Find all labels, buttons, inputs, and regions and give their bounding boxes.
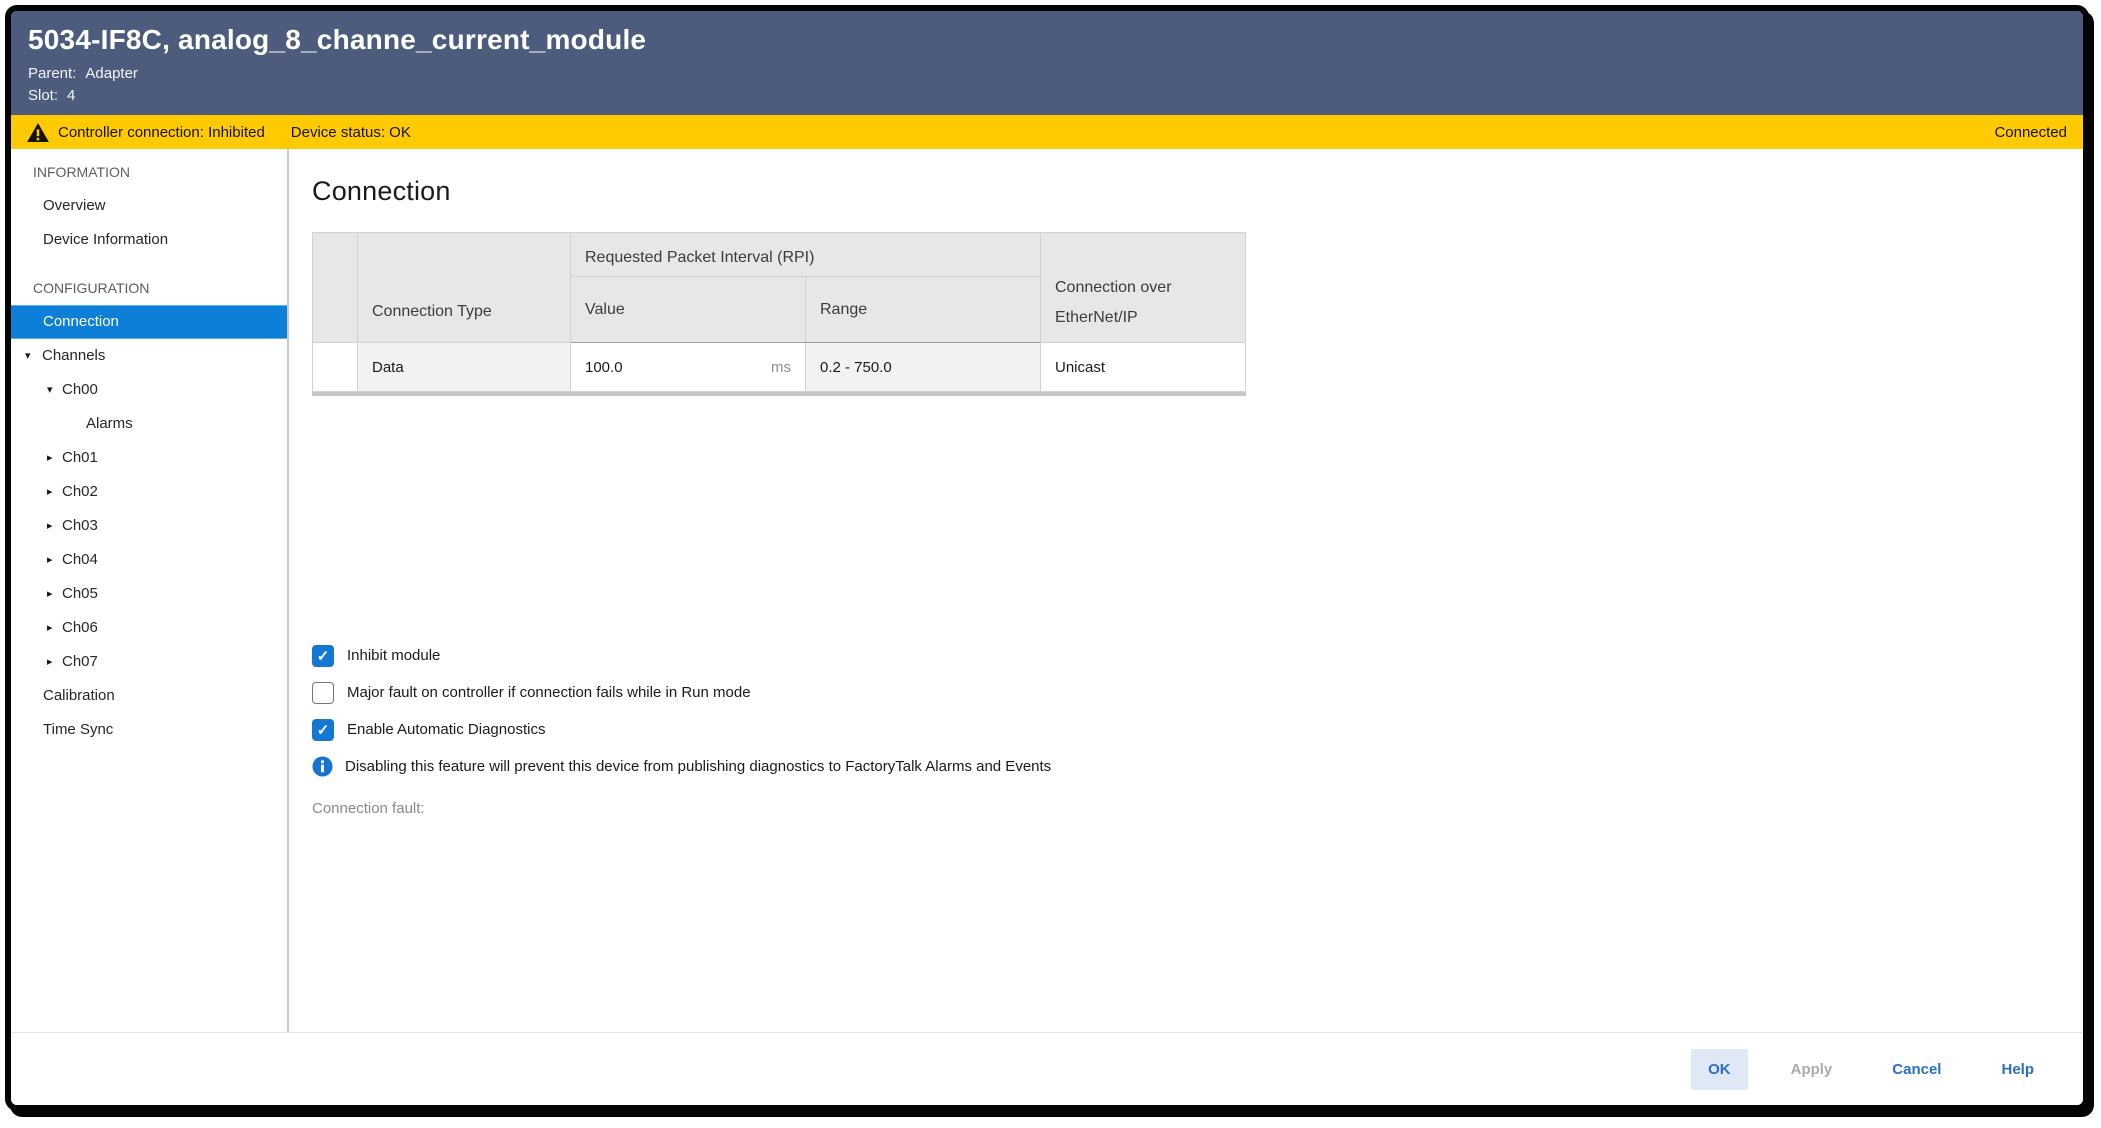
parent-value: Adapter bbox=[85, 63, 138, 85]
slot-row: Slot: 4 bbox=[28, 85, 2063, 107]
sidebar-item-label: Channels bbox=[42, 339, 105, 373]
sidebar-item-device-information[interactable]: Device Information bbox=[11, 223, 287, 257]
connection-type-cell: Data bbox=[358, 343, 571, 392]
title-bar: 5034-IF8C, analog_8_channe_current_modul… bbox=[11, 11, 2083, 115]
connection-state-badge: Connected bbox=[1994, 124, 2067, 141]
chevron-right-icon[interactable]: ▸ bbox=[47, 577, 62, 611]
sidebar-item-label: Ch03 bbox=[62, 509, 98, 543]
sidebar-item-label: Ch07 bbox=[62, 645, 98, 679]
major-fault-row: ✓ Major fault on controller if connectio… bbox=[312, 674, 2053, 711]
sidebar-item-label: Ch02 bbox=[62, 475, 98, 509]
page-title: 5034-IF8C, analog_8_channe_current_modul… bbox=[28, 24, 2063, 56]
inhibit-module-label: Inhibit module bbox=[347, 647, 440, 664]
inhibit-module-row: ✓ Inhibit module bbox=[312, 637, 2053, 674]
sidebar-item-ch02[interactable]: ▸ Ch02 bbox=[11, 475, 287, 509]
rpi-table: Connection Type Requested Packet Interva… bbox=[312, 232, 1246, 396]
sidebar-item-time-sync[interactable]: Time Sync bbox=[11, 713, 287, 747]
table-row: Data 100.0 ms 0.2 - 750.0 Unicast bbox=[313, 343, 1246, 392]
sidebar-item-ch05[interactable]: ▸ Ch05 bbox=[11, 577, 287, 611]
rpi-value-cell[interactable]: 100.0 ms bbox=[571, 343, 806, 392]
sidebar-nav: INFORMATION Overview Device Information … bbox=[11, 149, 289, 1032]
major-fault-label: Major fault on controller if connection … bbox=[347, 684, 751, 701]
chevron-down-icon[interactable]: ▾ bbox=[47, 373, 62, 407]
enable-automatic-diagnostics-row: ✓ Enable Automatic Diagnostics bbox=[312, 711, 2053, 748]
warning-icon bbox=[27, 123, 49, 142]
chevron-right-icon[interactable]: ▸ bbox=[47, 509, 62, 543]
sidebar-item-label: Calibration bbox=[43, 679, 115, 713]
sidebar-section-information: INFORMATION bbox=[11, 155, 287, 189]
sidebar-item-label: Ch06 bbox=[62, 611, 98, 645]
footer-button-bar: OK Apply Cancel Help bbox=[11, 1032, 2083, 1105]
sidebar-item-ch07[interactable]: ▸ Ch07 bbox=[11, 645, 287, 679]
col-header-connection-over-ethernet: Connection over EtherNet/IP bbox=[1041, 233, 1246, 343]
sidebar-item-label: Alarms bbox=[86, 407, 133, 441]
connection-fault-label: Connection fault: bbox=[312, 800, 2053, 817]
sidebar-item-ch04[interactable]: ▸ Ch04 bbox=[11, 543, 287, 577]
sidebar-item-label: Ch05 bbox=[62, 577, 98, 611]
chevron-right-icon[interactable]: ▸ bbox=[47, 611, 62, 645]
ok-button[interactable]: OK bbox=[1691, 1049, 1748, 1090]
col-header-connection-type: Connection Type bbox=[358, 233, 571, 343]
row-selector-cell[interactable] bbox=[313, 343, 358, 392]
connection-options: ✓ Inhibit module ✓ Major fault on contro… bbox=[312, 637, 2053, 817]
controller-connection-status: Controller connection: Inhibited bbox=[58, 124, 265, 141]
cancel-button[interactable]: Cancel bbox=[1875, 1049, 1958, 1090]
chevron-right-icon[interactable]: ▸ bbox=[47, 645, 62, 679]
sidebar-item-calibration[interactable]: Calibration bbox=[11, 679, 287, 713]
slot-label: Slot: bbox=[28, 85, 58, 107]
sidebar-item-label: Overview bbox=[43, 189, 106, 223]
sidebar-item-connection[interactable]: Connection bbox=[11, 305, 287, 339]
parent-row: Parent: Adapter bbox=[28, 63, 2063, 85]
sidebar-item-channels[interactable]: ▾ Channels bbox=[11, 339, 287, 373]
sidebar-item-overview[interactable]: Overview bbox=[11, 189, 287, 223]
rpi-value-input[interactable]: 100.0 bbox=[585, 359, 623, 376]
chevron-right-icon[interactable]: ▸ bbox=[47, 543, 62, 577]
apply-button[interactable]: Apply bbox=[1774, 1049, 1850, 1090]
enable-automatic-diagnostics-checkbox[interactable]: ✓ bbox=[312, 719, 334, 741]
col-header-range: Range bbox=[806, 277, 1041, 343]
diagnostics-info-text: Disabling this feature will prevent this… bbox=[345, 758, 1051, 775]
chevron-down-icon[interactable]: ▾ bbox=[25, 339, 42, 373]
rpi-unit-label: ms bbox=[771, 359, 791, 376]
enable-automatic-diagnostics-label: Enable Automatic Diagnostics bbox=[347, 721, 545, 738]
sidebar-item-ch01[interactable]: ▸ Ch01 bbox=[11, 441, 287, 475]
spacer bbox=[11, 257, 287, 271]
sidebar-section-configuration: CONFIGURATION bbox=[11, 271, 287, 305]
col-group-header-rpi: Requested Packet Interval (RPI) bbox=[571, 233, 1041, 277]
major-fault-checkbox[interactable]: ✓ bbox=[312, 682, 334, 704]
sidebar-item-ch06[interactable]: ▸ Ch06 bbox=[11, 611, 287, 645]
status-alert-bar: Controller connection: Inhibited Device … bbox=[11, 115, 2083, 149]
sidebar-item-ch03[interactable]: ▸ Ch03 bbox=[11, 509, 287, 543]
parent-label: Parent: bbox=[28, 63, 76, 85]
sidebar-item-label: Time Sync bbox=[43, 713, 113, 747]
slot-value: 4 bbox=[67, 85, 75, 107]
sidebar-item-alarms[interactable]: Alarms bbox=[11, 407, 287, 441]
inhibit-module-checkbox[interactable]: ✓ bbox=[312, 645, 334, 667]
sidebar-item-label: Ch01 bbox=[62, 441, 98, 475]
main-content: Connection Connection Type Requested Pac… bbox=[289, 149, 2083, 1032]
chevron-right-icon[interactable]: ▸ bbox=[47, 475, 62, 509]
sidebar-item-ch00[interactable]: ▾ Ch00 bbox=[11, 373, 287, 407]
col-header-value: Value bbox=[571, 277, 806, 343]
help-button[interactable]: Help bbox=[1984, 1049, 2051, 1090]
module-properties-window: 5034-IF8C, analog_8_channe_current_modul… bbox=[5, 5, 2089, 1111]
body: INFORMATION Overview Device Information … bbox=[11, 149, 2083, 1032]
chevron-right-icon[interactable]: ▸ bbox=[47, 441, 62, 475]
row-selector-header bbox=[313, 233, 358, 343]
sidebar-item-label: Connection bbox=[43, 305, 119, 339]
diagnostics-info-row: Disabling this feature will prevent this… bbox=[312, 748, 2053, 784]
device-status: Device status: OK bbox=[291, 124, 411, 141]
sidebar-item-label: Device Information bbox=[43, 223, 168, 257]
info-icon bbox=[312, 756, 333, 777]
sidebar-item-label: Ch04 bbox=[62, 543, 98, 577]
section-heading: Connection bbox=[312, 176, 2053, 207]
sidebar-item-label: Ch00 bbox=[62, 373, 98, 407]
rpi-range-cell: 0.2 - 750.0 bbox=[806, 343, 1041, 392]
connection-over-ethernet-cell[interactable]: Unicast bbox=[1041, 343, 1246, 392]
